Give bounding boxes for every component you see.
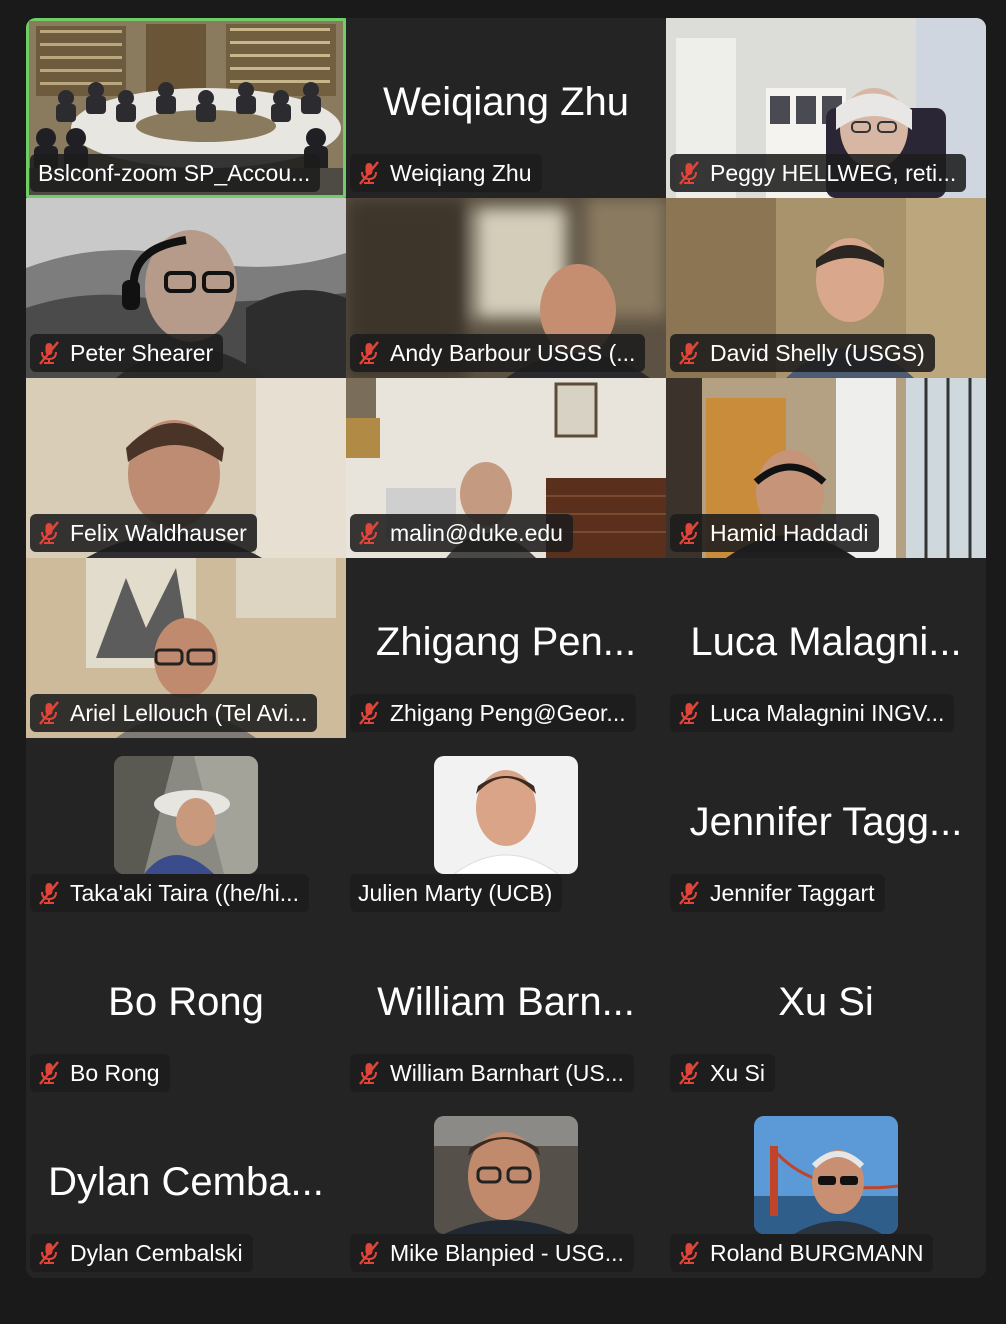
participant-name: Peter Shearer (70, 339, 214, 366)
participant-name-label: Bslconf-zoom SP_Accou... (30, 154, 321, 192)
participant-display-name: Dylan Cemba... (48, 1160, 324, 1204)
participant-name-label: Felix Waldhauser (30, 514, 257, 552)
mic-muted-icon (39, 1061, 59, 1085)
participant-name-label: Peggy HELLWEG, reti... (670, 154, 967, 192)
mic-muted-icon (679, 1241, 699, 1265)
participant-name: Hamid Haddadi (710, 519, 869, 546)
mic-muted-icon (359, 341, 379, 365)
mic-muted-icon (679, 161, 699, 185)
participant-name-label: Zhigang Peng@Geor... (350, 694, 636, 732)
participant-name: Bo Rong (70, 1059, 160, 1086)
participant-name: Julien Marty (UCB) (358, 879, 553, 906)
mic-muted-icon (39, 1241, 59, 1265)
participant-display-name: Xu Si (778, 980, 874, 1024)
participant-name: Luca Malagnini INGV... (710, 699, 945, 726)
mic-muted-icon (39, 701, 59, 725)
participant-name: Jennifer Taggart (710, 879, 875, 906)
participant-name-label: Peter Shearer (30, 334, 224, 372)
participant-name-label: Dylan Cembalski (30, 1234, 253, 1272)
participant-name: Bslconf-zoom SP_Accou... (38, 159, 311, 186)
participant-tile[interactable]: Luca Malagni... Luca Malagnini INGV... (666, 558, 986, 738)
mic-muted-icon (359, 161, 379, 185)
participant-tile[interactable]: Weiqiang Zhu Weiqiang Zhu (346, 18, 666, 198)
participant-name-label: malin@duke.edu (350, 514, 573, 552)
participant-name: Taka'aki Taira ((he/hi... (70, 879, 299, 906)
participant-name: Ariel Lellouch (Tel Avi... (70, 699, 308, 726)
participant-avatar (754, 1116, 898, 1234)
participant-name-label: David Shelly (USGS) (670, 334, 935, 372)
mic-muted-icon (679, 1061, 699, 1085)
participant-name: Xu Si (710, 1059, 765, 1086)
participant-name: William Barnhart (US... (390, 1059, 624, 1086)
participant-name: Felix Waldhauser (70, 519, 247, 546)
participant-name-label: Taka'aki Taira ((he/hi... (30, 874, 309, 912)
participant-tile[interactable]: Taka'aki Taira ((he/hi... (26, 738, 346, 918)
participant-tile[interactable]: Bslconf-zoom SP_Accou... (26, 18, 346, 198)
mic-muted-icon (359, 521, 379, 545)
participant-avatar (434, 1116, 578, 1234)
participant-name-label: William Barnhart (US... (350, 1054, 634, 1092)
participant-avatar (434, 756, 578, 874)
participant-name-label: Weiqiang Zhu (350, 154, 542, 192)
participant-tile[interactable]: Ariel Lellouch (Tel Avi... (26, 558, 346, 738)
video-gallery: Bslconf-zoom SP_Accou... Weiqiang Zhu Wei… (26, 18, 986, 1278)
mic-muted-icon (679, 701, 699, 725)
participant-display-name: William Barn... (377, 980, 635, 1024)
participant-name: David Shelly (USGS) (710, 339, 925, 366)
participant-name-label: Mike Blanpied - USG... (350, 1234, 634, 1272)
participant-name-label: Julien Marty (UCB) (350, 874, 563, 912)
participant-tile[interactable]: Bo Rong Bo Rong (26, 918, 346, 1098)
participant-display-name: Jennifer Tagg... (689, 800, 963, 844)
participant-name: Andy Barbour USGS (... (390, 339, 636, 366)
participant-tile[interactable]: Peter Shearer (26, 198, 346, 378)
participant-tile[interactable]: William Barn... William Barnhart (US... (346, 918, 666, 1098)
participant-tile[interactable]: David Shelly (USGS) (666, 198, 986, 378)
participant-tile[interactable]: Dylan Cemba... Dylan Cembalski (26, 1098, 346, 1278)
participant-tile[interactable]: Jennifer Tagg... Jennifer Taggart (666, 738, 986, 918)
mic-muted-icon (359, 1241, 379, 1265)
participant-display-name: Bo Rong (108, 980, 264, 1024)
participant-tile[interactable]: Julien Marty (UCB) (346, 738, 666, 918)
participant-name-label: Luca Malagnini INGV... (670, 694, 955, 732)
participant-tile[interactable]: Zhigang Pen... Zhigang Peng@Geor... (346, 558, 666, 738)
participant-name: malin@duke.edu (390, 519, 563, 546)
mic-muted-icon (679, 521, 699, 545)
participant-avatar (114, 756, 258, 874)
participant-name-label: Andy Barbour USGS (... (350, 334, 646, 372)
participant-display-name: Weiqiang Zhu (382, 80, 630, 124)
mic-muted-icon (679, 341, 699, 365)
participant-tile[interactable]: Felix Waldhauser (26, 378, 346, 558)
mic-muted-icon (359, 701, 379, 725)
participant-name-label: Xu Si (670, 1054, 775, 1092)
participant-name: Peggy HELLWEG, reti... (710, 159, 957, 186)
participant-tile[interactable]: Mike Blanpied - USG... (346, 1098, 666, 1278)
participant-tile[interactable]: malin@duke.edu (346, 378, 666, 558)
participant-name-label: Bo Rong (30, 1054, 170, 1092)
mic-muted-icon (679, 881, 699, 905)
participant-name-label: Hamid Haddadi (670, 514, 879, 552)
mic-muted-icon (39, 521, 59, 545)
participant-tile[interactable]: Xu Si Xu Si (666, 918, 986, 1098)
participant-tile[interactable]: Andy Barbour USGS (... (346, 198, 666, 378)
participant-name: Mike Blanpied - USG... (390, 1239, 624, 1266)
participant-name-label: Jennifer Taggart (670, 874, 885, 912)
mic-muted-icon (39, 881, 59, 905)
participant-name: Weiqiang Zhu (390, 159, 532, 186)
participant-tile[interactable]: Hamid Haddadi (666, 378, 986, 558)
participant-name: Zhigang Peng@Geor... (390, 699, 626, 726)
participant-name-label: Roland BURGMANN (670, 1234, 934, 1272)
participant-display-name: Zhigang Pen... (375, 620, 637, 664)
mic-muted-icon (39, 341, 59, 365)
participant-name: Dylan Cembalski (70, 1239, 243, 1266)
mic-muted-icon (359, 1061, 379, 1085)
participant-tile[interactable]: Peggy HELLWEG, reti... (666, 18, 986, 198)
participant-name-label: Ariel Lellouch (Tel Avi... (30, 694, 318, 732)
participant-tile[interactable]: Roland BURGMANN (666, 1098, 986, 1278)
participant-display-name: Luca Malagni... (690, 620, 962, 664)
participant-name: Roland BURGMANN (710, 1239, 924, 1266)
